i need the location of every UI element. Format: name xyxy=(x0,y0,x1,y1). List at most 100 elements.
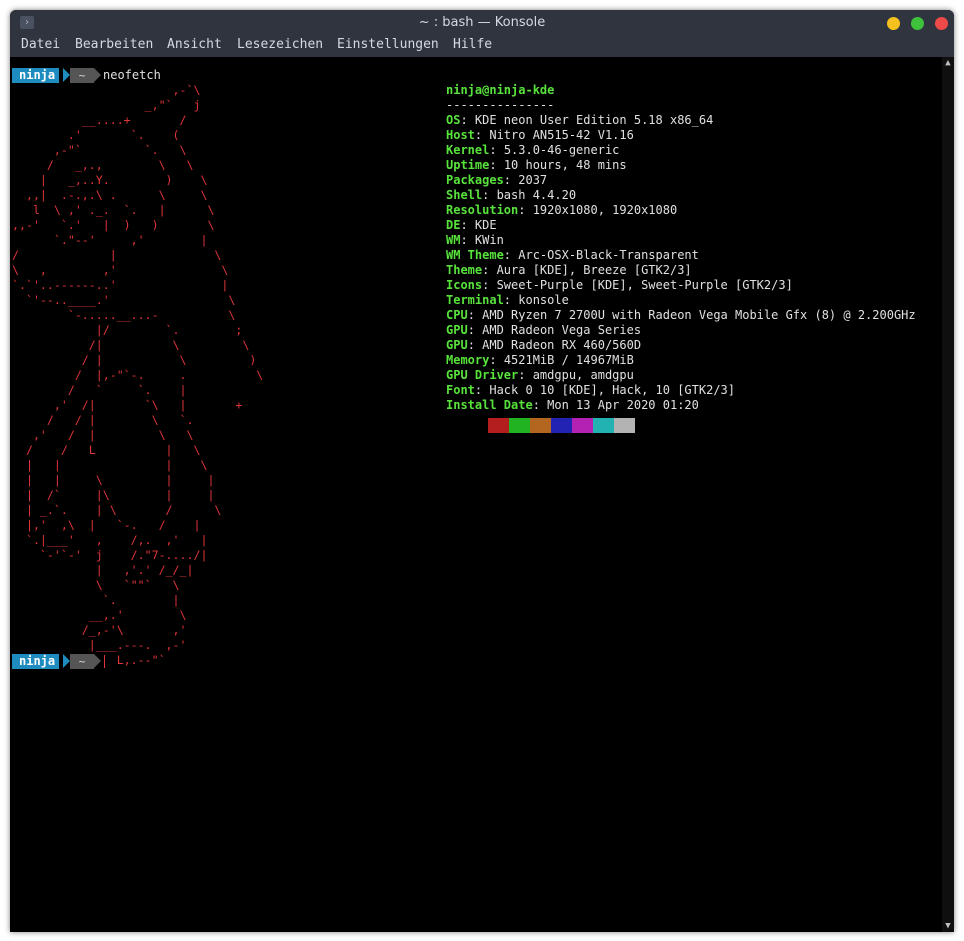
menu-einstellungen[interactable]: Einstellungen xyxy=(337,37,439,52)
info-key: Shell xyxy=(446,188,483,202)
scrollbar[interactable]: ▲ ▼ xyxy=(942,57,954,932)
info-key: GPU Driver xyxy=(446,368,519,382)
info-value: KDE xyxy=(474,218,497,232)
palette-swatch xyxy=(614,418,635,433)
maximize-button[interactable] xyxy=(911,17,924,30)
info-header: ninja@ninja-kde xyxy=(446,83,916,98)
info-row: Packages: 2037 xyxy=(446,173,548,187)
info-key: OS xyxy=(446,113,461,127)
info-value: Mon 13 Apr 2020 01:20 xyxy=(547,398,699,412)
info-value: 2037 xyxy=(518,173,548,187)
menu-datei[interactable]: Datei xyxy=(21,37,60,52)
info-key: CPU xyxy=(446,308,468,322)
info-value: 10 hours, 48 mins xyxy=(503,158,627,172)
info-value: AMD Radeon Vega Series xyxy=(482,323,642,337)
prompt-separator-icon xyxy=(63,654,70,668)
info-separator: --------------- xyxy=(446,98,555,112)
prompt-separator-icon xyxy=(94,654,101,668)
terminal-area[interactable]: ninja ~ neofetch ,-`\ _,"` j __....+ / .… xyxy=(10,57,942,932)
neofetch-ascii-logo: ,-`\ _,"` j __....+ / .' `. ( ,-"` `. \ … xyxy=(12,83,264,667)
info-row: Resolution: 1920x1080, 1920x1080 xyxy=(446,203,678,217)
info-value: Arc-OSX-Black-Transparent xyxy=(518,248,699,262)
info-row: Icons: Sweet-Purple [KDE], Sweet-Purple … xyxy=(446,278,793,292)
info-key: Install Date xyxy=(446,398,533,412)
info-key: Terminal xyxy=(446,293,504,307)
menu-bar: Datei Bearbeiten Ansicht Lesezeichen Ein… xyxy=(10,35,954,57)
info-value: konsole xyxy=(518,293,569,307)
minimize-button[interactable] xyxy=(887,17,900,30)
info-value: Nitro AN515-42 V1.16 xyxy=(489,128,634,142)
title-bar[interactable]: › ~ : bash — Konsole xyxy=(10,10,954,35)
info-key: DE xyxy=(446,218,461,232)
info-key: Icons xyxy=(446,278,483,292)
info-key: GPU xyxy=(446,338,468,352)
info-key: Kernel xyxy=(446,143,490,157)
info-row: WM: KWin xyxy=(446,233,504,247)
window-title: ~ : bash — Konsole xyxy=(418,15,546,30)
info-row: Font: Hack 0 10 [KDE], Hack, 10 [GTK2/3] xyxy=(446,383,735,397)
info-row: Shell: bash 4.4.20 xyxy=(446,188,577,202)
info-key: Uptime xyxy=(446,158,490,172)
info-row: Theme: Aura [KDE], Breeze [GTK2/3] xyxy=(446,263,692,277)
info-key: Memory xyxy=(446,353,490,367)
info-value: 5.3.0-46-generic xyxy=(503,143,620,157)
info-value: amdgpu, amdgpu xyxy=(532,368,634,382)
palette-swatch xyxy=(572,418,593,433)
info-rows: OS: KDE neon User Edition 5.18 x86_64 Hos… xyxy=(446,113,916,413)
konsole-window: › ~ : bash — Konsole Datei Bearbeiten An… xyxy=(10,10,954,932)
menu-hilfe[interactable]: Hilfe xyxy=(453,37,492,52)
info-row: Kernel: 5.3.0-46-generic xyxy=(446,143,620,157)
menu-lesezeichen[interactable]: Lesezeichen xyxy=(237,37,323,52)
prompt-dir: ~ xyxy=(70,68,94,83)
info-key: GPU xyxy=(446,323,468,337)
text-cursor xyxy=(104,655,105,668)
info-value: KWin xyxy=(474,233,504,247)
info-value: AMD Radeon RX 460/560D xyxy=(482,338,642,352)
menu-ansicht[interactable]: Ansicht xyxy=(167,37,222,52)
info-key: Host xyxy=(446,128,475,142)
info-row: Install Date: Mon 13 Apr 2020 01:20 xyxy=(446,398,699,412)
info-row: Terminal: konsole xyxy=(446,293,569,307)
palette-swatch xyxy=(530,418,551,433)
system-info: ninja@ninja-kde --------------- OS: KDE … xyxy=(446,83,916,413)
info-value: Sweet-Purple [KDE], Sweet-Purple [GTK2/3… xyxy=(496,278,793,292)
info-row: DE: KDE xyxy=(446,218,497,232)
palette-swatch xyxy=(488,418,509,433)
info-row: CPU: AMD Ryzen 7 2700U with Radeon Vega … xyxy=(446,308,916,322)
scroll-up-icon[interactable]: ▲ xyxy=(942,58,954,68)
prompt-user: ninja xyxy=(12,654,60,669)
info-row: GPU: AMD Radeon RX 460/560D xyxy=(446,338,642,352)
info-user-host: ninja@ninja-kde xyxy=(446,83,555,97)
prompt-command: neofetch xyxy=(103,68,161,82)
menu-bearbeiten[interactable]: Bearbeiten xyxy=(75,37,153,52)
info-value: 4521MiB / 14967MiB xyxy=(503,353,634,367)
info-value: bash 4.4.20 xyxy=(496,188,577,202)
info-key: Resolution xyxy=(446,203,519,217)
info-value: Aura [KDE], Breeze [GTK2/3] xyxy=(496,263,692,277)
info-value: KDE neon User Edition 5.18 x86_64 xyxy=(474,113,714,127)
prompt-separator-icon xyxy=(94,68,101,82)
info-row: GPU: AMD Radeon Vega Series xyxy=(446,323,642,337)
info-value: AMD Ryzen 7 2700U with Radeon Vega Mobil… xyxy=(482,308,916,322)
info-value: 1920x1080, 1920x1080 xyxy=(532,203,678,217)
info-key: WM Theme xyxy=(446,248,504,262)
info-key: Packages xyxy=(446,173,504,187)
info-row: GPU Driver: amdgpu, amdgpu xyxy=(446,368,634,382)
palette-swatch xyxy=(467,418,488,433)
palette-swatch xyxy=(551,418,572,433)
prompt-user: ninja xyxy=(12,68,60,83)
palette-swatch xyxy=(509,418,530,433)
info-key: Theme xyxy=(446,263,483,277)
info-row: Memory: 4521MiB / 14967MiB xyxy=(446,353,634,367)
info-row: Uptime: 10 hours, 48 mins xyxy=(446,158,627,172)
scroll-down-icon[interactable]: ▼ xyxy=(942,921,954,931)
prompt-separator-icon xyxy=(63,68,70,82)
palette-swatch xyxy=(593,418,614,433)
info-value: Hack 0 10 [KDE], Hack, 10 [GTK2/3] xyxy=(489,383,735,397)
info-row: WM Theme: Arc-OSX-Black-Transparent xyxy=(446,248,699,262)
close-button[interactable] xyxy=(935,17,948,30)
info-key: Font xyxy=(446,383,475,397)
info-key: WM xyxy=(446,233,461,247)
info-row: OS: KDE neon User Edition 5.18 x86_64 xyxy=(446,113,714,127)
prompt-dir: ~ xyxy=(70,654,94,669)
